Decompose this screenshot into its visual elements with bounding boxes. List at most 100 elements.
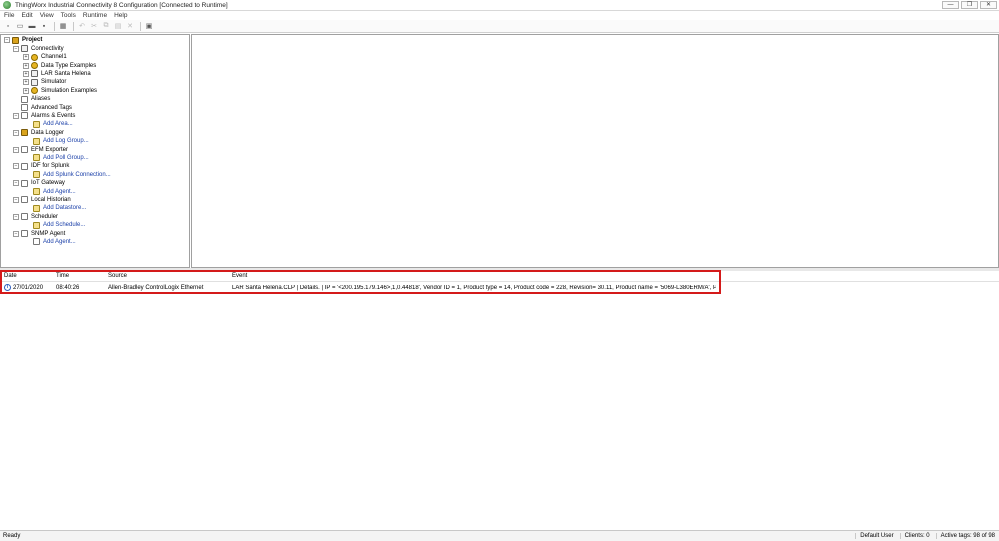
tree-item-iot-gateway[interactable]: − IoT Gateway <box>13 179 65 187</box>
tree-item-add-agent[interactable]: Add Agent... <box>33 238 76 246</box>
add-icon <box>33 188 40 196</box>
paste-icon[interactable]: ▤ <box>113 21 123 31</box>
save-as-icon[interactable]: ▬ <box>27 21 37 31</box>
status-text: Ready <box>3 533 21 539</box>
toolbar-divider <box>140 21 141 31</box>
tree-item-project[interactable]: − Project <box>4 36 42 44</box>
tree-item-channel[interactable]: + LAR Santa Helena <box>23 70 91 78</box>
snmp-icon <box>21 230 28 238</box>
highlight-box <box>0 270 721 294</box>
menu-help[interactable]: Help <box>114 12 127 19</box>
collapse-icon[interactable]: − <box>4 37 10 44</box>
expand-icon[interactable]: + <box>23 79 29 86</box>
detail-pane[interactable] <box>191 34 999 268</box>
aliases-icon <box>21 95 28 103</box>
undo-icon[interactable]: ↶ <box>77 21 87 31</box>
data-logger-icon <box>21 129 28 137</box>
splunk-icon <box>21 162 28 170</box>
simulator-icon <box>31 78 38 86</box>
project-icon <box>12 36 19 44</box>
delete-icon[interactable]: ✕ <box>125 21 135 31</box>
tree-item-scheduler[interactable]: − Scheduler <box>13 213 58 221</box>
expand-icon[interactable]: + <box>23 62 29 69</box>
tree-item-channel[interactable]: + Simulation Examples <box>23 87 97 95</box>
new-channel-icon[interactable]: ▦ <box>58 21 68 31</box>
tree-item-channel[interactable]: + Simulator <box>23 78 66 86</box>
channel-icon <box>31 62 38 70</box>
tree-item-advanced-tags[interactable]: Advanced Tags <box>21 103 72 112</box>
expand-icon[interactable]: + <box>23 54 29 61</box>
collapse-icon[interactable]: − <box>13 230 19 237</box>
window-controls: — ❐ ✕ <box>940 1 997 9</box>
tree-item-idf-splunk[interactable]: − IDF for Splunk <box>13 162 69 170</box>
add-icon <box>33 137 40 145</box>
collapse-icon[interactable]: − <box>13 146 19 153</box>
tree-item-add-area[interactable]: Add Area... <box>33 120 73 128</box>
expand-icon[interactable]: + <box>23 87 29 94</box>
tree-item-add-log-group[interactable]: Add Log Group... <box>33 137 89 145</box>
menu-view[interactable]: View <box>40 12 54 19</box>
menu-bar: File Edit View Tools Runtime Help <box>0 11 999 20</box>
collapse-icon[interactable]: − <box>13 129 19 136</box>
toolbar-divider <box>54 21 55 31</box>
title-bar: ThingWorx Industrial Connectivity 8 Conf… <box>0 0 999 11</box>
tree-item-add-poll-group[interactable]: Add Poll Group... <box>33 154 89 162</box>
tree-item-connectivity[interactable]: − Connectivity <box>13 45 64 53</box>
window-title: ThingWorx Industrial Connectivity 8 Conf… <box>15 1 228 9</box>
status-clients: Clients: 0 <box>899 533 930 539</box>
menu-file[interactable]: File <box>4 12 14 19</box>
cut-icon[interactable]: ✂ <box>89 21 99 31</box>
plc-icon <box>31 70 38 78</box>
tree-item-alarms[interactable]: − Alarms & Events <box>13 112 75 120</box>
copy-icon[interactable]: ⧉ <box>101 21 111 31</box>
tree-item-add-datastore[interactable]: Add Datastore... <box>33 204 86 212</box>
channel-icon <box>31 87 38 95</box>
collapse-icon[interactable]: − <box>13 45 19 52</box>
status-bar: Ready Default User Clients: 0 Active tag… <box>0 530 999 541</box>
tree-item-aliases[interactable]: Aliases <box>21 95 50 103</box>
gateway-icon <box>21 179 28 187</box>
add-icon <box>33 204 40 212</box>
minimize-button[interactable]: — <box>942 1 959 9</box>
add-icon <box>33 120 40 128</box>
expand-icon[interactable]: + <box>23 70 29 77</box>
tree-item-channel[interactable]: + Data Type Examples <box>23 61 96 70</box>
menu-tools[interactable]: Tools <box>61 12 76 19</box>
add-icon <box>33 154 40 162</box>
tree-item-snmp-agent[interactable]: − SNMP Agent <box>13 229 65 238</box>
menu-runtime[interactable]: Runtime <box>83 12 107 19</box>
add-icon <box>33 221 40 229</box>
advanced-tags-icon <box>21 104 28 112</box>
historian-icon <box>21 196 28 204</box>
collapse-icon[interactable]: − <box>13 180 19 187</box>
toolbar: ▫ ▭ ▬ ▪ ▦ ↶ ✂ ⧉ ▤ ✕ ▣ <box>0 20 999 33</box>
collapse-icon[interactable]: − <box>13 213 19 220</box>
collapse-icon[interactable]: − <box>13 112 19 119</box>
efm-exporter-icon <box>21 146 28 154</box>
close-button[interactable]: ✕ <box>980 1 997 9</box>
tree-item-local-historian[interactable]: − Local Historian <box>13 196 71 204</box>
tree-item-add-schedule[interactable]: Add Schedule... <box>33 221 85 229</box>
status-user: Default User <box>855 533 894 539</box>
connectivity-icon <box>21 45 28 53</box>
project-tree: − Project − Connectivity + Channel1 + Da… <box>0 34 190 268</box>
tree-item-add-agent[interactable]: Add Agent... <box>33 187 76 196</box>
quick-client-icon[interactable]: ▣ <box>144 21 154 31</box>
maximize-button[interactable]: ❐ <box>961 1 978 9</box>
new-icon[interactable]: ▫ <box>3 21 13 31</box>
open-icon[interactable]: ▭ <box>15 21 25 31</box>
channel-icon <box>31 53 38 61</box>
scheduler-icon <box>21 213 28 221</box>
tree-item-efm-exporter[interactable]: − EFM Exporter <box>13 145 68 154</box>
collapse-icon[interactable]: − <box>13 196 19 203</box>
tree-item-add-splunk[interactable]: Add Splunk Connection... <box>33 171 111 179</box>
toolbar-divider <box>73 21 74 31</box>
status-active-tags: Active tags: 98 of 98 <box>935 533 995 539</box>
tree-item-data-logger[interactable]: − Data Logger <box>13 129 64 137</box>
menu-edit[interactable]: Edit <box>21 12 32 19</box>
collapse-icon[interactable]: − <box>13 163 19 170</box>
app-icon <box>3 1 11 9</box>
save-icon[interactable]: ▪ <box>39 21 49 31</box>
tree-item-channel[interactable]: + Channel1 <box>23 53 67 61</box>
alarm-icon <box>21 112 28 120</box>
